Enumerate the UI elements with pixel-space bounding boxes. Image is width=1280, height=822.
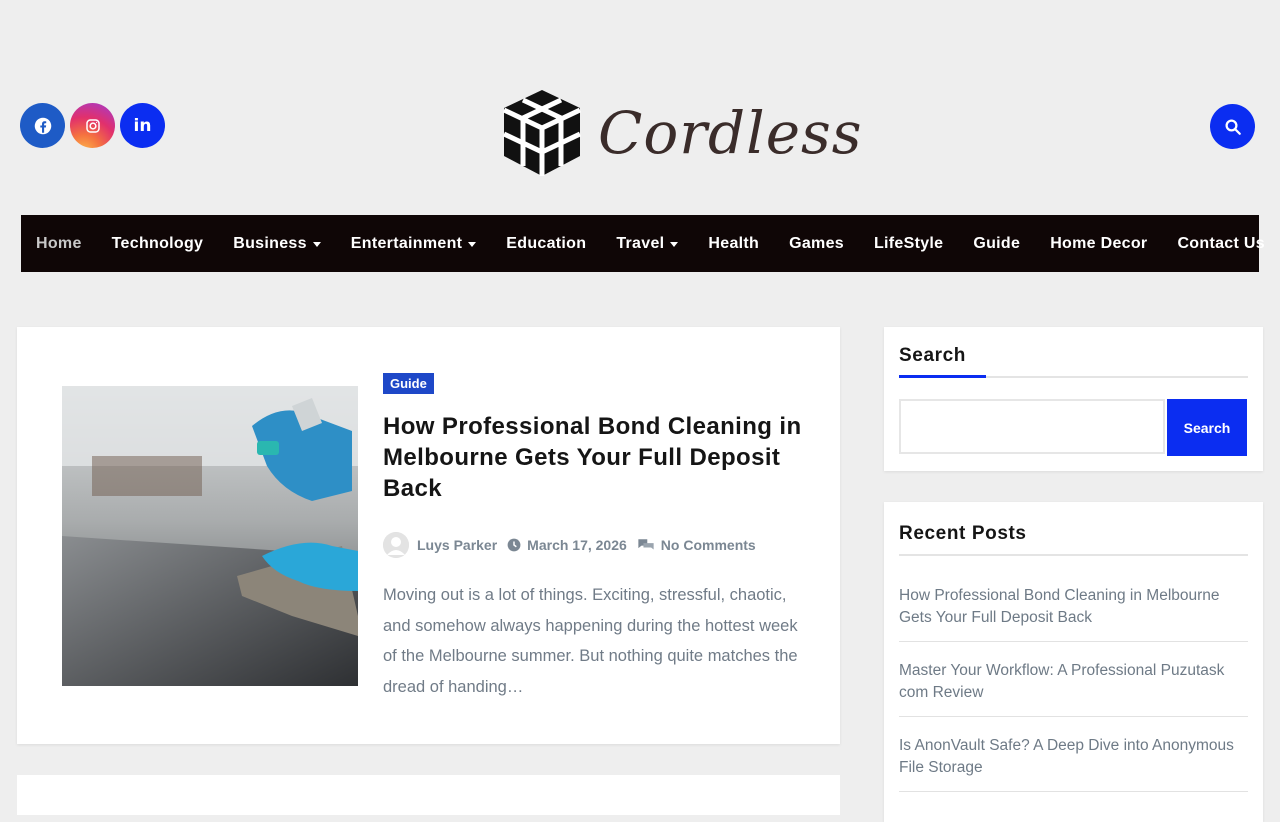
nav-label: Home Decor [1050, 234, 1148, 252]
search-widget: Search Search [884, 327, 1263, 471]
nav-label: Contact Us [1177, 234, 1265, 252]
nav-label: Education [506, 234, 587, 252]
widget-title-divider [899, 375, 1248, 378]
nav-label: Entertainment [350, 234, 463, 252]
linkedin-icon[interactable]: in [120, 103, 165, 148]
comments-text: No Comments [660, 537, 756, 553]
recent-posts-title: Recent Posts [899, 523, 1027, 544]
facebook-icon[interactable] [20, 103, 65, 148]
recent-post-link[interactable]: How Professional Bond Cleaning in Melbou… [899, 585, 1248, 642]
logo-cube-icon [502, 90, 582, 176]
nav-label: Home [36, 234, 82, 252]
clock-icon [507, 538, 521, 552]
post-meta: Luys Parker March 17, 2026 No Comments [383, 532, 766, 558]
site-logo[interactable]: Cordless [500, 88, 863, 178]
search-widget-title: Search [899, 345, 966, 366]
nav-item-lifestyle[interactable]: LifeStyle [859, 235, 958, 253]
nav-item-business[interactable]: Business [218, 235, 336, 253]
nav-item-home[interactable]: Home [21, 235, 97, 253]
search-icon [1225, 119, 1241, 135]
post-thumbnail[interactable] [62, 386, 358, 686]
post-author[interactable]: Luys Parker [417, 537, 497, 553]
linkedin-label: in [133, 115, 152, 136]
nav-item-technology[interactable]: Technology [97, 235, 219, 253]
nav-label: Games [789, 234, 844, 252]
recent-post-link[interactable]: Master Your Workflow: A Professional Puz… [899, 660, 1248, 717]
post-date[interactable]: March 17, 2026 [507, 537, 627, 553]
caret-down-icon [312, 242, 321, 247]
caret-down-icon [670, 242, 679, 247]
nav-item-travel[interactable]: Travel [601, 235, 693, 253]
nav-label: Business [233, 234, 307, 252]
post-title[interactable]: How Professional Bond Cleaning in Melbou… [383, 411, 803, 504]
nav-label: LifeStyle [873, 234, 944, 252]
main-nav: Home Technology Business Entertainment E… [21, 215, 1265, 272]
comments-icon [638, 539, 654, 550]
avatar[interactable] [383, 532, 409, 558]
caret-down-icon [468, 242, 477, 247]
nav-item-education[interactable]: Education [491, 235, 601, 253]
recent-posts-widget: Recent Posts How Professional Bond Clean… [884, 502, 1263, 822]
social-links: in [20, 103, 165, 148]
post-excerpt: Moving out is a lot of things. Exciting,… [383, 586, 798, 696]
author-name: Luys Parker [417, 537, 498, 553]
logo-text: Cordless [598, 99, 863, 167]
nav-item-contact-us[interactable]: Contact Us [1162, 235, 1279, 253]
post-card-next [17, 775, 840, 815]
widget-title-divider [899, 554, 1248, 556]
date-text: March 17, 2026 [527, 537, 627, 553]
instagram-icon[interactable] [70, 103, 115, 148]
nav-label: Technology [111, 234, 204, 252]
nav-item-entertainment[interactable]: Entertainment [336, 235, 491, 253]
header-search-button[interactable] [1210, 104, 1255, 149]
search-input[interactable] [899, 399, 1165, 454]
recent-posts-list: How Professional Bond Cleaning in Melbou… [899, 585, 1248, 810]
nav-item-guide[interactable]: Guide [958, 235, 1035, 253]
post-card: Guide How Professional Bond Cleaning in … [17, 327, 840, 744]
search-button[interactable]: Search [1167, 399, 1247, 456]
nav-label: Travel [616, 234, 665, 252]
nav-label: Guide [973, 234, 1021, 252]
nav-label: Health [708, 234, 760, 252]
post-comments[interactable]: No Comments [637, 537, 756, 553]
nav-item-home-decor[interactable]: Home Decor [1035, 235, 1162, 253]
category-badge[interactable]: Guide [383, 373, 434, 394]
recent-post-link[interactable]: Is AnonVault Safe? A Deep Dive into Anon… [899, 735, 1248, 792]
nav-item-health[interactable]: Health [693, 235, 774, 253]
nav-item-games[interactable]: Games [774, 235, 859, 253]
